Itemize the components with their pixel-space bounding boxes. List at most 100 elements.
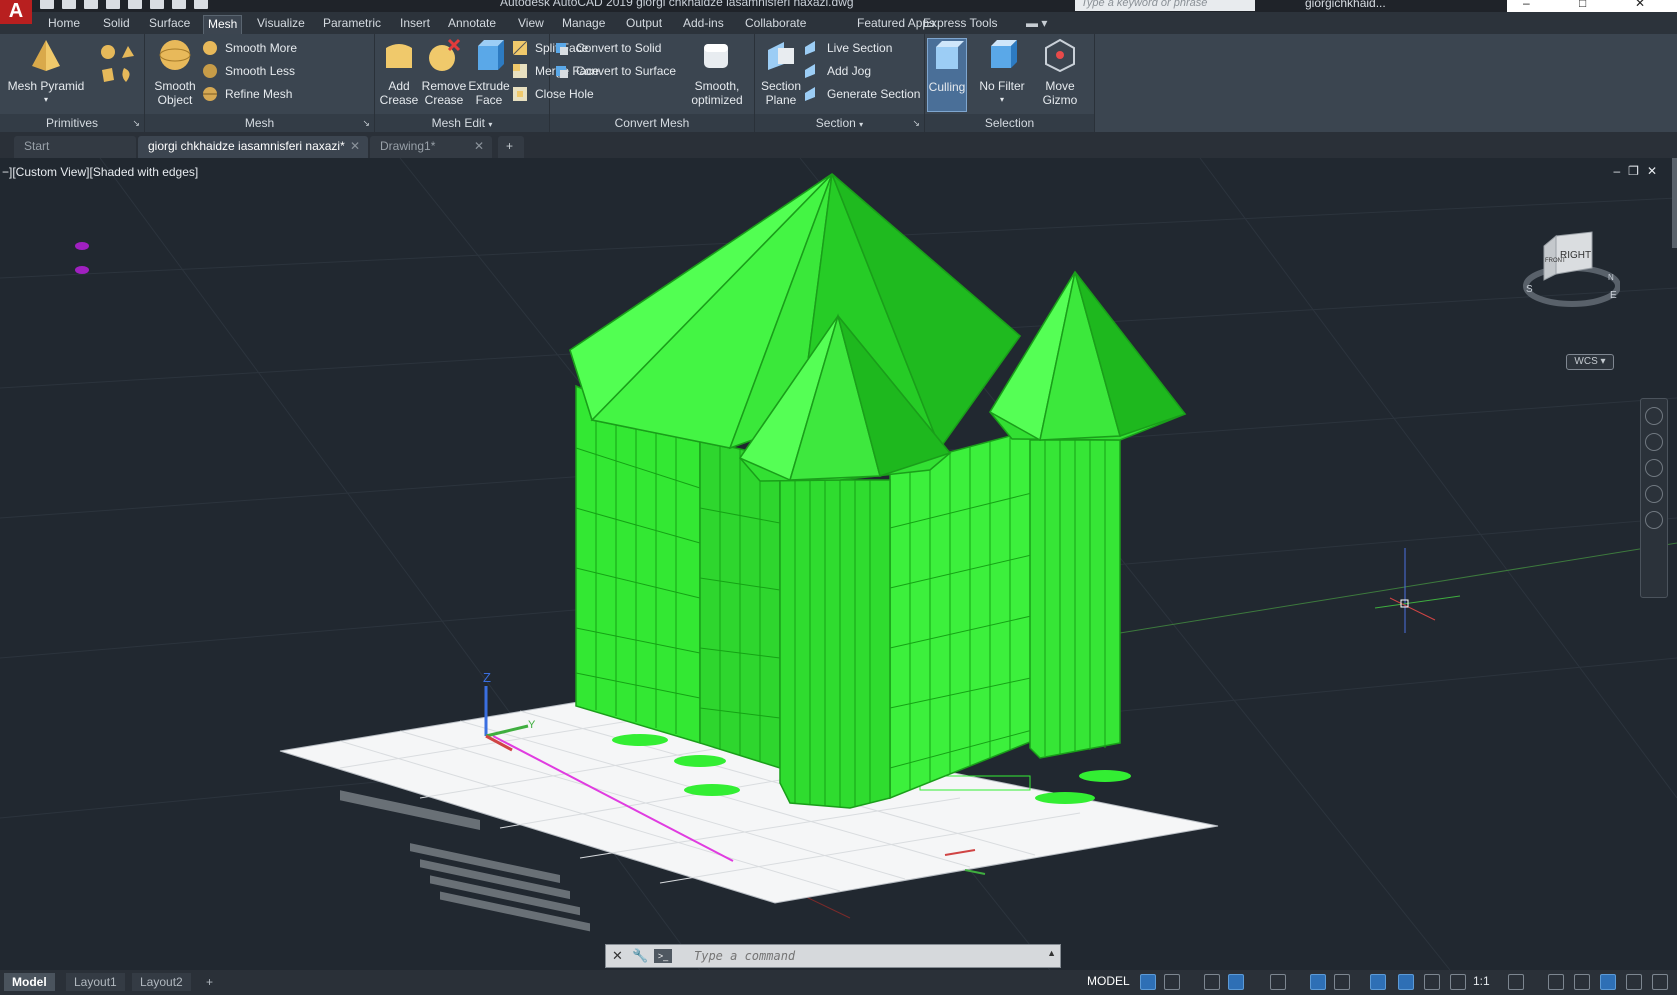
tab-add-ins[interactable]: Add-ins	[679, 15, 728, 34]
tab-express-tools[interactable]: Express Tools	[919, 15, 1001, 34]
open-icon[interactable]	[62, 0, 76, 9]
new-icon[interactable]	[40, 0, 54, 9]
snap-icon[interactable]	[1164, 974, 1180, 990]
3d-model-scene[interactable]: Z Y	[0, 158, 1677, 970]
polar-tracking-icon[interactable]	[1228, 974, 1244, 990]
generate-section-button[interactable]: Generate Section	[805, 84, 920, 104]
refine-mesh-button[interactable]: Refine Mesh	[203, 84, 292, 104]
no-filter-button[interactable]: No Filter ▾	[975, 38, 1029, 107]
dialog-launcher-icon[interactable]: ↘	[362, 118, 370, 129]
file-tab-active[interactable]: giorgi chkhaidze iasamnisferi naxazi* ✕	[138, 136, 368, 158]
tab-annotate[interactable]: Annotate	[444, 15, 500, 34]
auto-scale-icon[interactable]	[1424, 974, 1440, 990]
tab-parametric[interactable]: Parametric	[319, 15, 385, 34]
print-icon[interactable]	[150, 0, 164, 9]
hardware-acceleration-icon[interactable]	[1600, 974, 1616, 990]
customization-menu-icon[interactable]	[1652, 974, 1668, 990]
restore-viewport-icon[interactable]: ❐	[1628, 164, 1647, 178]
layout-tab-model[interactable]: Model	[4, 973, 55, 991]
tab-manage[interactable]: Manage	[558, 15, 609, 34]
close-icon[interactable]: ✕	[612, 948, 623, 964]
dialog-launcher-icon[interactable]: ↘	[912, 118, 920, 129]
tab-collaborate[interactable]: Collaborate	[741, 15, 810, 34]
save-icon[interactable]	[84, 0, 98, 9]
smooth-less-button[interactable]: Smooth Less	[203, 61, 295, 81]
convert-to-surface-button[interactable]: Convert to Surface	[554, 61, 676, 81]
redo-icon[interactable]	[194, 0, 208, 9]
annotation-visibility-icon[interactable]	[1398, 974, 1414, 990]
file-tab-start[interactable]: Start	[14, 136, 136, 158]
object-snap-tracking-icon[interactable]	[1310, 974, 1326, 990]
extrude-face-button[interactable]: Extrude Face	[467, 38, 511, 107]
tab-insert[interactable]: Insert	[396, 15, 434, 34]
tab-home[interactable]: Home	[44, 15, 84, 34]
annotation-scale-icon[interactable]	[1450, 974, 1466, 990]
culling-button[interactable]: Culling	[927, 38, 967, 112]
tab-visualize[interactable]: Visualize	[253, 15, 309, 34]
help-search-input[interactable]: Type a keyword or phrase	[1075, 0, 1255, 11]
layout-tab-layout2[interactable]: Layout2	[132, 973, 191, 991]
tab-solid[interactable]: Solid	[99, 15, 134, 34]
save-as-icon[interactable]	[106, 0, 120, 9]
lineweight-icon[interactable]	[1370, 974, 1386, 990]
layout-tab-layout1[interactable]: Layout1	[66, 973, 125, 991]
viewcube-face-front[interactable]: FRONT	[1545, 258, 1566, 264]
undo-icon[interactable]	[172, 0, 186, 9]
primitive-shapes-icon[interactable]	[98, 42, 138, 86]
wrench-icon[interactable]: 🔧	[632, 948, 648, 964]
smooth-object-button[interactable]: Smooth Object	[149, 38, 201, 107]
tab-mesh[interactable]: Mesh	[203, 15, 243, 34]
ortho-icon[interactable]	[1204, 974, 1220, 990]
live-section-button[interactable]: Live Section	[805, 38, 892, 58]
minimize-viewport-icon[interactable]: –	[1613, 164, 1628, 178]
close-tab-icon[interactable]: ✕	[350, 136, 360, 156]
smooth-optimized-button[interactable]: Smooth, optimized	[684, 38, 750, 107]
panel-title-mesh-edit[interactable]: Mesh Edit ▾	[375, 114, 549, 132]
steering-wheel-icon[interactable]	[1645, 407, 1663, 425]
application-menu-button[interactable]: A	[0, 0, 32, 24]
clean-screen-icon[interactable]	[1626, 974, 1642, 990]
viewcube[interactable]: RIGHT FRONT S E N	[1520, 228, 1620, 318]
wcs-menu-button[interactable]: WCS ▾	[1566, 354, 1614, 370]
close-icon[interactable]: ✕	[1635, 0, 1645, 10]
showmotion-icon[interactable]	[1645, 511, 1663, 529]
pan-icon[interactable]	[1645, 433, 1663, 451]
move-gizmo-button[interactable]: Move Gizmo	[1033, 38, 1087, 107]
smooth-more-button[interactable]: Smooth More	[203, 38, 297, 58]
add-crease-button[interactable]: Add Crease	[377, 38, 421, 107]
remove-crease-button[interactable]: Remove Crease	[421, 38, 467, 107]
ribbon-toggle-icon[interactable]: ▬ ▾	[1022, 15, 1051, 34]
add-layout-button[interactable]: +	[198, 973, 221, 991]
isolate-objects-icon[interactable]	[1574, 974, 1590, 990]
file-tab-drawing1[interactable]: Drawing1* ✕	[370, 136, 492, 158]
tab-view[interactable]: View	[514, 15, 548, 34]
tab-output[interactable]: Output	[622, 15, 666, 34]
command-input[interactable]	[694, 947, 1024, 965]
minimize-icon[interactable]: –	[1523, 0, 1530, 10]
grid-icon[interactable]	[1140, 974, 1156, 990]
tab-surface[interactable]: Surface	[145, 15, 194, 34]
user-account[interactable]: giorgichkhaid...	[1305, 0, 1386, 10]
dialog-launcher-icon[interactable]: ↘	[132, 118, 140, 129]
model-space-toggle[interactable]: MODEL	[1087, 974, 1130, 988]
viewcube-compass-ring[interactable]	[1523, 265, 1620, 307]
annotation-scale-value[interactable]: 1:1	[1473, 974, 1490, 988]
vertical-scrollbar[interactable]	[1672, 158, 1677, 248]
command-history-icon[interactable]: ▲	[1047, 948, 1056, 958]
close-tab-icon[interactable]: ✕	[474, 136, 484, 156]
close-viewport-icon[interactable]: ✕	[1647, 164, 1665, 178]
viewport-controls-label[interactable]: −][Custom View][Shaded with edges]	[2, 165, 198, 179]
zoom-icon[interactable]	[1645, 459, 1663, 477]
workspace-gear-icon[interactable]	[1508, 974, 1524, 990]
object-snap-icon[interactable]	[1334, 974, 1350, 990]
isodraft-icon[interactable]	[1270, 974, 1286, 990]
add-jog-button[interactable]: Add Jog	[805, 61, 871, 81]
plot-icon[interactable]	[128, 0, 142, 9]
drawing-viewport[interactable]: Z Y −][Custom View][Shaded with edges] –…	[0, 158, 1677, 970]
command-prompt-icon[interactable]: >_	[654, 949, 672, 963]
maximize-icon[interactable]: □	[1579, 0, 1586, 10]
panel-title-section[interactable]: Section ▾	[755, 114, 924, 132]
new-tab-button[interactable]: +	[498, 136, 524, 158]
orbit-icon[interactable]	[1645, 485, 1663, 503]
section-plane-button[interactable]: Section Plane	[757, 38, 805, 107]
